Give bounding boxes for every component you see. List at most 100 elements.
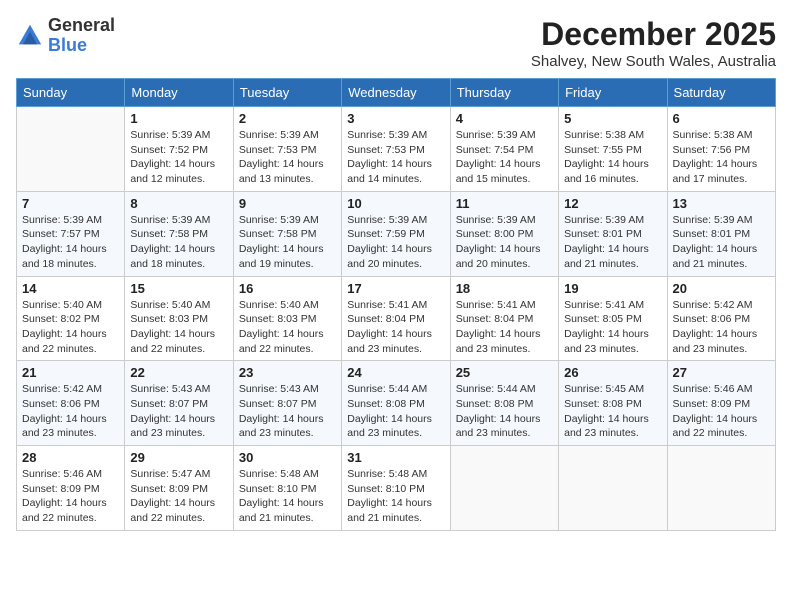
- day-cell: 12 Sunrise: 5:39 AMSunset: 8:01 PMDayligh…: [559, 191, 667, 276]
- day-cell: 21Sunrise: 5:42 AMSunset: 8:06 PMDayligh…: [17, 361, 125, 446]
- day-info: Sunrise: 5:38 AMSunset: 7:56 PMDaylight:…: [673, 128, 770, 187]
- day-cell: [450, 446, 558, 531]
- day-info: Sunrise: 5:39 AMSunset: 7:58 PMDaylight:…: [130, 213, 227, 272]
- day-cell: 30 Sunrise: 5:48 AMSunset: 8:10 PMDayligh…: [233, 446, 341, 531]
- day-number: 4: [456, 111, 553, 126]
- weekday-header-wednesday: Wednesday: [342, 79, 450, 107]
- title-area: December 2025 Shalvey, New South Wales, …: [531, 16, 776, 70]
- day-cell: 11 Sunrise: 5:39 AMSunset: 8:00 PMDayligh…: [450, 191, 558, 276]
- day-cell: 8 Sunrise: 5:39 AMSunset: 7:58 PMDaylight…: [125, 191, 233, 276]
- day-info: Sunrise: 5:39 AMSunset: 7:53 PMDaylight:…: [239, 128, 336, 187]
- day-info: Sunrise: 5:41 AMSunset: 8:05 PMDaylight:…: [564, 298, 661, 357]
- day-info: Sunrise: 5:40 AMSunset: 8:03 PMDaylight:…: [239, 298, 336, 357]
- day-cell: 25 Sunrise: 5:44 AMSunset: 8:08 PMDayligh…: [450, 361, 558, 446]
- day-number: 5: [564, 111, 661, 126]
- day-info: Sunrise: 5:48 AMSunset: 8:10 PMDaylight:…: [239, 467, 336, 526]
- day-number: 2: [239, 111, 336, 126]
- day-number: 28: [22, 450, 119, 465]
- day-number: 12: [564, 196, 661, 211]
- week-row-2: 7 Sunrise: 5:39 AMSunset: 7:57 PMDaylight…: [17, 191, 776, 276]
- day-cell: [559, 446, 667, 531]
- day-info: Sunrise: 5:39 AMSunset: 7:59 PMDaylight:…: [347, 213, 444, 272]
- day-number: 18: [456, 281, 553, 296]
- weekday-header-friday: Friday: [559, 79, 667, 107]
- day-cell: 20 Sunrise: 5:42 AMSunset: 8:06 PMDayligh…: [667, 276, 775, 361]
- day-cell: 13Sunrise: 5:39 AMSunset: 8:01 PMDayligh…: [667, 191, 775, 276]
- day-number: 14: [22, 281, 119, 296]
- day-cell: 17 Sunrise: 5:41 AMSunset: 8:04 PMDayligh…: [342, 276, 450, 361]
- weekday-header-tuesday: Tuesday: [233, 79, 341, 107]
- logo-blue: Blue: [48, 35, 87, 55]
- weekday-header-row: SundayMondayTuesdayWednesdayThursdayFrid…: [17, 79, 776, 107]
- location-title: Shalvey, New South Wales, Australia: [531, 53, 776, 70]
- day-cell: 26Sunrise: 5:45 AMSunset: 8:08 PMDayligh…: [559, 361, 667, 446]
- day-info: Sunrise: 5:39 AMSunset: 8:00 PMDaylight:…: [456, 213, 553, 272]
- day-info: Sunrise: 5:40 AMSunset: 8:02 PMDaylight:…: [22, 298, 119, 357]
- day-cell: 28 Sunrise: 5:46 AMSunset: 8:09 PMDayligh…: [17, 446, 125, 531]
- weekday-header-monday: Monday: [125, 79, 233, 107]
- day-cell: 24 Sunrise: 5:44 AMSunset: 8:08 PMDayligh…: [342, 361, 450, 446]
- day-info: Sunrise: 5:39 AMSunset: 8:01 PMDaylight:…: [673, 213, 770, 272]
- day-cell: 16Sunrise: 5:40 AMSunset: 8:03 PMDayligh…: [233, 276, 341, 361]
- week-row-5: 28 Sunrise: 5:46 AMSunset: 8:09 PMDayligh…: [17, 446, 776, 531]
- day-cell: 14 Sunrise: 5:40 AMSunset: 8:02 PMDayligh…: [17, 276, 125, 361]
- weekday-header-thursday: Thursday: [450, 79, 558, 107]
- day-number: 20: [673, 281, 770, 296]
- day-number: 8: [130, 196, 227, 211]
- logo-general: General: [48, 15, 115, 35]
- day-number: 24: [347, 365, 444, 380]
- day-info: Sunrise: 5:46 AMSunset: 8:09 PMDaylight:…: [22, 467, 119, 526]
- day-cell: 15Sunrise: 5:40 AMSunset: 8:03 PMDayligh…: [125, 276, 233, 361]
- day-cell: 5 Sunrise: 5:38 AMSunset: 7:55 PMDaylight…: [559, 107, 667, 192]
- day-cell: 10 Sunrise: 5:39 AMSunset: 7:59 PMDayligh…: [342, 191, 450, 276]
- day-cell: 31Sunrise: 5:48 AMSunset: 8:10 PMDayligh…: [342, 446, 450, 531]
- day-info: Sunrise: 5:43 AMSunset: 8:07 PMDaylight:…: [130, 382, 227, 441]
- day-info: Sunrise: 5:44 AMSunset: 8:08 PMDaylight:…: [456, 382, 553, 441]
- day-number: 30: [239, 450, 336, 465]
- day-number: 19: [564, 281, 661, 296]
- day-number: 27: [673, 365, 770, 380]
- day-number: 7: [22, 196, 119, 211]
- day-cell: [17, 107, 125, 192]
- day-info: Sunrise: 5:39 AMSunset: 7:57 PMDaylight:…: [22, 213, 119, 272]
- header: General Blue December 2025 Shalvey, New …: [16, 16, 776, 70]
- day-cell: 27 Sunrise: 5:46 AMSunset: 8:09 PMDayligh…: [667, 361, 775, 446]
- day-info: Sunrise: 5:38 AMSunset: 7:55 PMDaylight:…: [564, 128, 661, 187]
- day-number: 10: [347, 196, 444, 211]
- day-info: Sunrise: 5:42 AMSunset: 8:06 PMDaylight:…: [673, 298, 770, 357]
- day-number: 22: [130, 365, 227, 380]
- day-number: 31: [347, 450, 444, 465]
- day-cell: [667, 446, 775, 531]
- day-number: 26: [564, 365, 661, 380]
- weekday-header-saturday: Saturday: [667, 79, 775, 107]
- logo: General Blue: [16, 16, 115, 56]
- day-info: Sunrise: 5:39 AMSunset: 7:54 PMDaylight:…: [456, 128, 553, 187]
- day-number: 17: [347, 281, 444, 296]
- day-info: Sunrise: 5:46 AMSunset: 8:09 PMDaylight:…: [673, 382, 770, 441]
- month-title: December 2025: [531, 16, 776, 53]
- day-cell: 22 Sunrise: 5:43 AMSunset: 8:07 PMDayligh…: [125, 361, 233, 446]
- day-info: Sunrise: 5:41 AMSunset: 8:04 PMDaylight:…: [456, 298, 553, 357]
- day-info: Sunrise: 5:39 AMSunset: 7:53 PMDaylight:…: [347, 128, 444, 187]
- day-cell: 9Sunrise: 5:39 AMSunset: 7:58 PMDaylight…: [233, 191, 341, 276]
- day-info: Sunrise: 5:41 AMSunset: 8:04 PMDaylight:…: [347, 298, 444, 357]
- week-row-1: 1Sunrise: 5:39 AMSunset: 7:52 PMDaylight…: [17, 107, 776, 192]
- day-number: 25: [456, 365, 553, 380]
- day-info: Sunrise: 5:43 AMSunset: 8:07 PMDaylight:…: [239, 382, 336, 441]
- day-number: 9: [239, 196, 336, 211]
- day-number: 11: [456, 196, 553, 211]
- day-number: 3: [347, 111, 444, 126]
- day-info: Sunrise: 5:44 AMSunset: 8:08 PMDaylight:…: [347, 382, 444, 441]
- calendar-table: SundayMondayTuesdayWednesdayThursdayFrid…: [16, 78, 776, 531]
- day-cell: 23Sunrise: 5:43 AMSunset: 8:07 PMDayligh…: [233, 361, 341, 446]
- week-row-3: 14 Sunrise: 5:40 AMSunset: 8:02 PMDayligh…: [17, 276, 776, 361]
- day-info: Sunrise: 5:40 AMSunset: 8:03 PMDaylight:…: [130, 298, 227, 357]
- day-info: Sunrise: 5:39 AMSunset: 8:01 PMDaylight:…: [564, 213, 661, 272]
- day-cell: 19 Sunrise: 5:41 AMSunset: 8:05 PMDayligh…: [559, 276, 667, 361]
- weekday-header-sunday: Sunday: [17, 79, 125, 107]
- day-info: Sunrise: 5:42 AMSunset: 8:06 PMDaylight:…: [22, 382, 119, 441]
- day-cell: 3 Sunrise: 5:39 AMSunset: 7:53 PMDaylight…: [342, 107, 450, 192]
- logo-icon: [16, 22, 44, 50]
- day-cell: 6Sunrise: 5:38 AMSunset: 7:56 PMDaylight…: [667, 107, 775, 192]
- day-cell: 2 Sunrise: 5:39 AMSunset: 7:53 PMDaylight…: [233, 107, 341, 192]
